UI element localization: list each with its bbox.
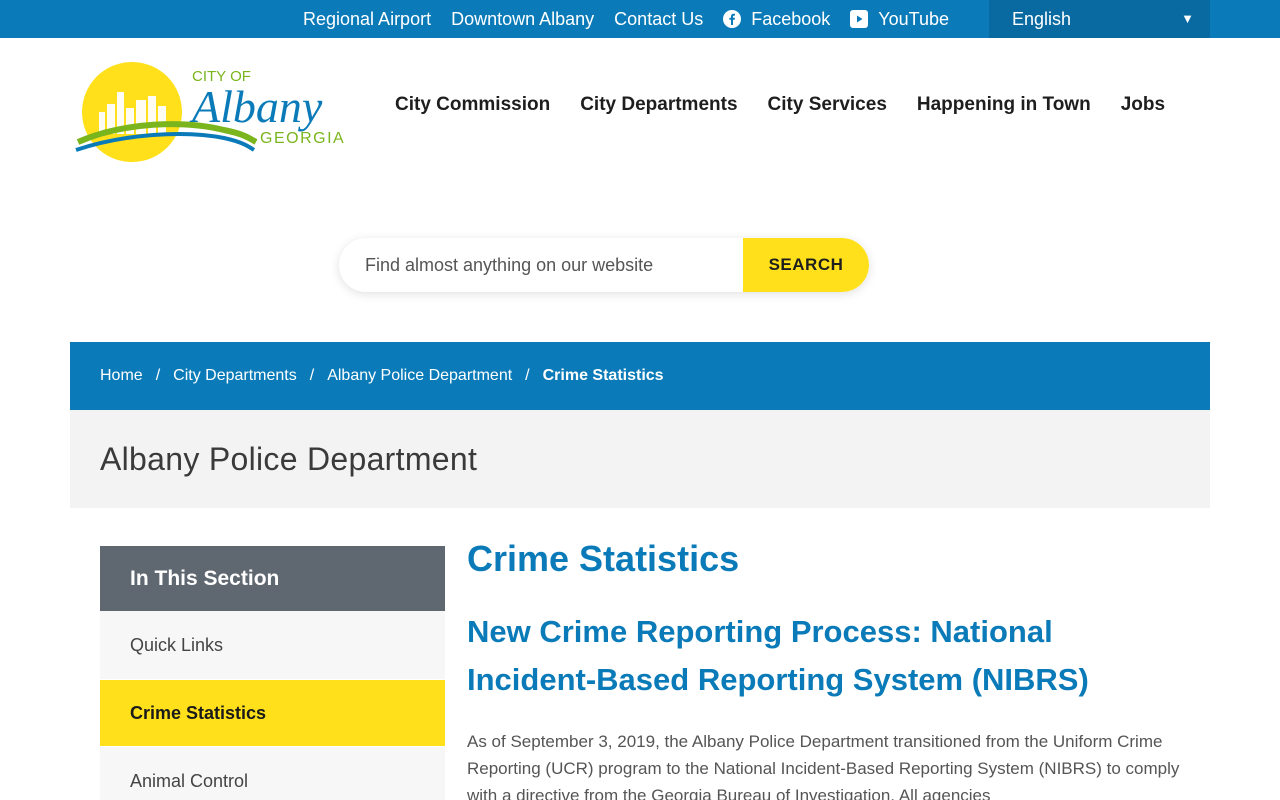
city-logo-graphic: CITY OF Albany GEORGIA — [75, 62, 345, 162]
article-subtitle: New Crime Reporting Process: National In… — [467, 614, 1089, 697]
breadcrumb-separator: / — [525, 367, 530, 384]
main-navigation: City Commission City Departments City Se… — [395, 94, 1165, 116]
sidebar-item-animal-control[interactable]: Animal Control — [100, 747, 445, 800]
facebook-icon — [723, 10, 742, 28]
breadcrumb: Home / City Departments / Albany Police … — [70, 342, 1210, 410]
language-select[interactable]: English ▼ — [989, 0, 1210, 38]
youtube-icon — [850, 10, 869, 28]
utility-links: Regional Airport Downtown Albany Contact… — [303, 0, 969, 38]
top-utility-bar: Regional Airport Downtown Albany Contact… — [0, 0, 1280, 38]
facebook-link[interactable]: Facebook — [723, 9, 830, 30]
breadcrumb-home[interactable]: Home — [100, 367, 143, 385]
youtube-link[interactable]: YouTube — [850, 9, 949, 30]
nav-jobs[interactable]: Jobs — [1121, 94, 1165, 116]
breadcrumb-current: Crime Statistics — [542, 367, 664, 384]
logo-name: Albany — [189, 81, 323, 132]
sidebar-heading: In This Section — [100, 546, 445, 611]
regional-airport-link[interactable]: Regional Airport — [303, 9, 431, 30]
main-content: Crime Statistics New Crime Reporting Pro… — [467, 536, 1187, 800]
breadcrumb-city-departments[interactable]: City Departments — [173, 367, 297, 385]
language-selected: English — [1012, 8, 1072, 29]
nav-city-commission[interactable]: City Commission — [395, 94, 550, 116]
search-button[interactable]: SEARCH — [743, 238, 869, 292]
section-title-band: Albany Police Department — [70, 410, 1210, 508]
nav-city-services[interactable]: City Services — [768, 94, 887, 116]
breadcrumb-separator: / — [155, 367, 161, 384]
page-title: Crime Statistics — [467, 538, 740, 579]
chevron-down-icon: ▼ — [1181, 11, 1194, 26]
downtown-albany-link[interactable]: Downtown Albany — [451, 9, 594, 30]
site-search: SEARCH — [339, 238, 869, 292]
section-title: Albany Police Department — [100, 440, 478, 477]
section-sidebar: In This Section Quick Links Crime Statis… — [100, 546, 445, 800]
breadcrumb-separator: / — [309, 367, 315, 384]
contact-us-link[interactable]: Contact Us — [614, 9, 703, 30]
sidebar-item-crime-statistics[interactable]: Crime Statistics — [100, 680, 445, 747]
city-logo[interactable]: CITY OF Albany GEORGIA — [74, 60, 364, 166]
sidebar-item-quick-links[interactable]: Quick Links — [100, 611, 445, 680]
nav-happening-in-town[interactable]: Happening in Town — [917, 94, 1091, 116]
nav-city-departments[interactable]: City Departments — [580, 94, 737, 116]
breadcrumb-albany-police-department[interactable]: Albany Police Department — [327, 367, 512, 385]
logo-state: GEORGIA — [260, 130, 345, 147]
article-paragraph: As of September 3, 2019, the Albany Poli… — [467, 732, 1180, 800]
search-input[interactable] — [339, 238, 743, 292]
